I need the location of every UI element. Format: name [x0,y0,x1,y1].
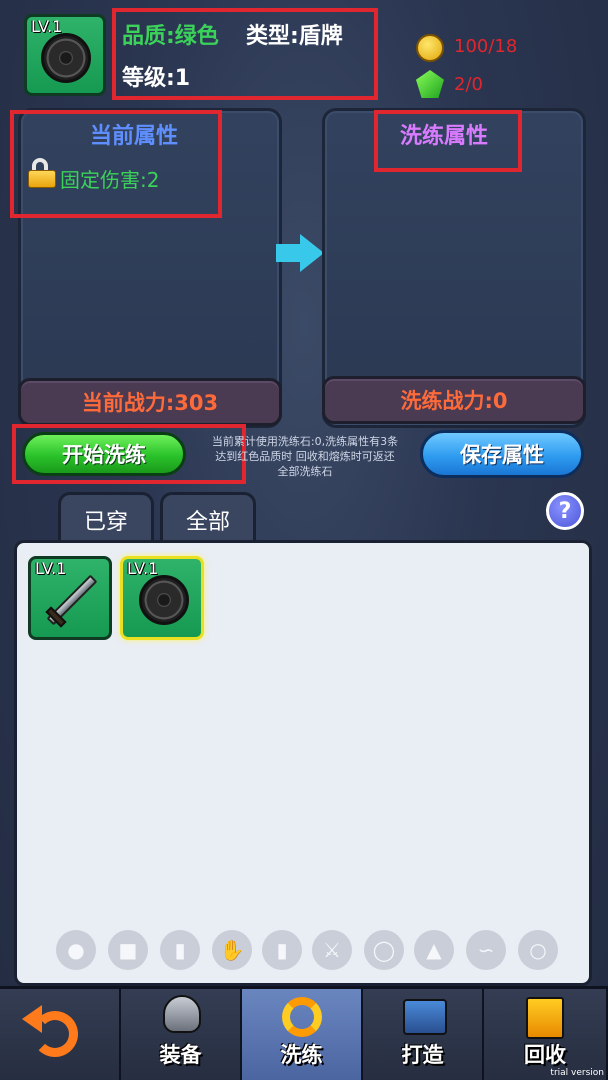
item-quality: 品质:绿色 [122,24,219,49]
gold-coin-icon [416,34,444,62]
tab-equipped[interactable]: 已穿 [58,492,154,544]
nav-equip[interactable]: 装备 [121,989,242,1080]
nav-reforge[interactable]: 洗练 [242,989,363,1080]
item-slot-equipped[interactable]: LV.1 [24,14,106,96]
reforge-power-bar: 洗练战力:0 [322,376,586,424]
reforge-info-text: 当前累计使用洗练石:0,洗练属性有3条 达到红色品质时 回收和熔炼时可返还 全部… [194,434,416,479]
shield-icon[interactable]: ◯ [364,930,404,970]
reforge-info-line-2: 达到红色品质时 回收和熔炼时可返还 [215,450,395,463]
inventory-item-sword[interactable]: LV.1 [28,556,112,640]
watermark: trial version [550,1068,604,1078]
nav-recycle[interactable]: 回收 [484,989,608,1080]
gem-count: 2/0 [454,74,483,95]
reforge-attributes-title: 洗练属性 [400,124,489,149]
current-power-bar: 当前战力:303 [18,378,282,426]
glove-icon[interactable]: ✋ [212,930,252,970]
trash-icon [526,997,564,1039]
nav-forge-label: 打造 [401,1043,444,1067]
tab-all[interactable]: 全部 [160,492,256,544]
nav-equip-label: 装备 [159,1043,202,1067]
equipment-reforge-screen: { "header": { "level_badge": "LV.1", "qu… [0,0,608,1080]
pants-icon[interactable]: ▮ [160,930,200,970]
back-arrow-head [22,1005,42,1033]
bracer-icon[interactable]: ▲ [414,930,454,970]
nav-back[interactable] [0,989,121,1080]
help-icon[interactable]: ? [546,492,584,530]
unlock-icon[interactable] [28,158,56,188]
reforge-info-line-1: 当前累计使用洗练石:0,洗练属性有3条 [211,435,399,448]
refresh-icon [282,997,322,1037]
arrow-right-icon [276,234,324,272]
item-type: 类型:盾牌 [246,24,343,49]
sword-icon[interactable]: ⚔ [312,930,352,970]
armor-icon[interactable]: ■ [108,930,148,970]
shield-icon [139,575,189,625]
current-attribute-value: 固定伤害:2 [60,168,160,192]
ring-icon[interactable]: ○ [518,930,558,970]
nav-recycle-label: 回收 [524,1043,566,1067]
current-attributes-title: 当前属性 [90,124,179,149]
necklace-icon[interactable]: ∽ [466,930,506,970]
inventory-item-shield[interactable]: LV.1 [120,556,204,640]
item-level: 等级:1 [122,66,191,91]
nav-reforge-label: 洗练 [280,1043,323,1067]
bottom-nav: 装备 洗练 打造 回收 [0,986,608,1080]
gold-count: 100/18 [454,36,518,57]
reforge-info-line-3: 全部洗练石 [277,465,333,478]
save-attributes-button[interactable]: 保存属性 [420,430,584,478]
gem-icon [416,70,444,98]
nav-forge[interactable]: 打造 [363,989,484,1080]
shield-icon [41,33,91,83]
helmet-icon[interactable]: ● [56,930,96,970]
inventory-item-level: LV.1 [127,559,159,578]
boot-icon[interactable]: ▮ [262,930,302,970]
helmet-icon [163,995,201,1033]
anvil-icon [403,999,447,1035]
inventory-item-level: LV.1 [35,559,67,578]
